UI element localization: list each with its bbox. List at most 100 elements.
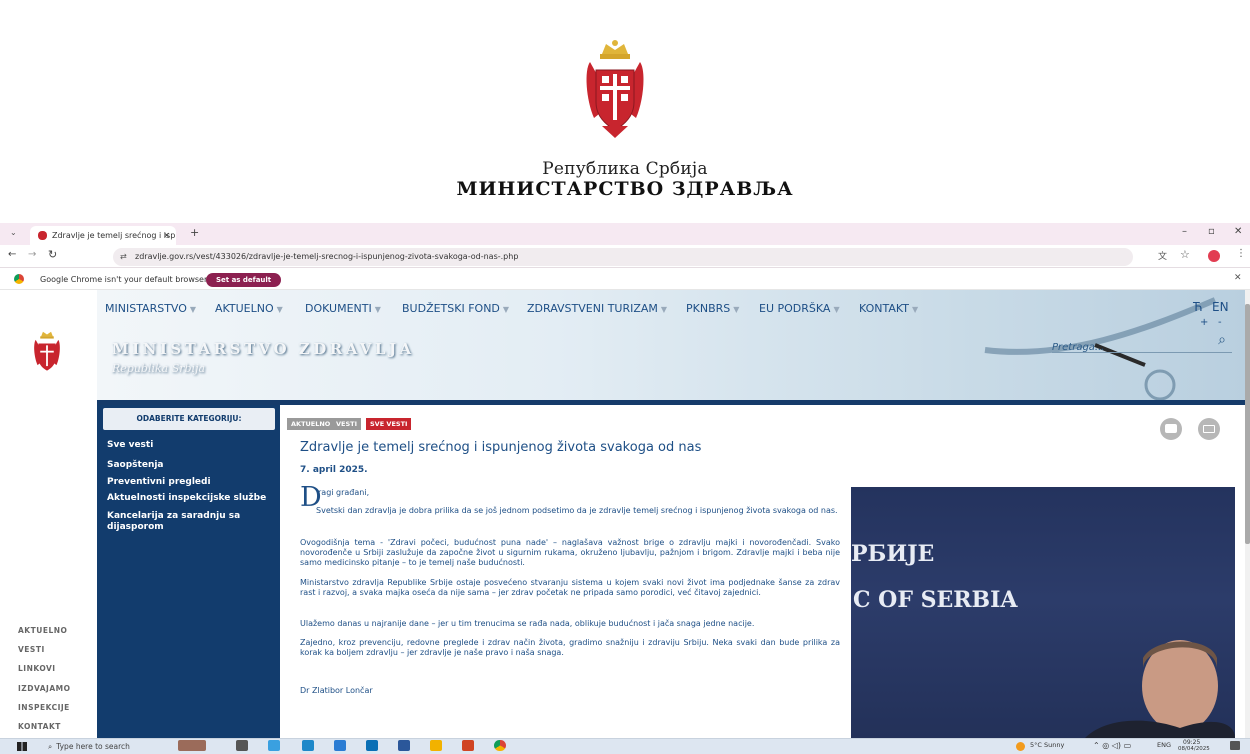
tab-close-icon[interactable]: ✕ — [163, 226, 170, 245]
menu-label: AKTUELNO — [215, 302, 274, 315]
chrome-taskbar-icon[interactable] — [494, 740, 506, 751]
tab-title: Zdravlje je temelj srećnog i isp — [52, 231, 176, 240]
notice-text: Google Chrome isn't your default browser — [40, 275, 208, 284]
search-icon[interactable]: ⌕ — [1218, 332, 1226, 348]
article-signature: Dr Zlatibor Lončar — [300, 686, 373, 695]
forward-icon[interactable]: → — [28, 249, 36, 260]
taskbar-weather[interactable]: 5°C Sunny — [1030, 741, 1064, 749]
search-input[interactable]: Pretraga... ⌕ — [1052, 332, 1232, 353]
taskbar-time[interactable]: 09:25 — [1183, 739, 1200, 746]
article-paragraph-4: Ulažemo danas u najranije dane – jer u t… — [300, 619, 755, 628]
close-window-icon[interactable]: ✕ — [1234, 226, 1242, 237]
powerpoint-icon[interactable] — [462, 740, 474, 751]
set-default-button[interactable]: Set as default — [206, 273, 282, 287]
taskbar-language[interactable]: ENG — [1157, 741, 1171, 749]
search-magnifier-icon: ⌕ — [48, 742, 53, 751]
tab-menu-icon[interactable]: ⌄ — [10, 228, 17, 237]
sidebar-heading: ODABERITE KATEGORIJU: — [103, 408, 275, 430]
system-tray-icons[interactable]: ⌃ ◎ ◁) ▭ — [1093, 741, 1131, 750]
menu-ministarstvo[interactable]: MINISTARSTVO ▼ — [105, 302, 196, 315]
scrollbar-thumb[interactable] — [1245, 304, 1250, 544]
menu-label: DOKUMENTI — [305, 302, 372, 315]
left-nav-kontakt[interactable]: KONTAKT — [18, 722, 61, 731]
menu-label: ZDRAVSTVENI TURIZAM — [527, 302, 658, 315]
store-icon[interactable] — [366, 740, 378, 751]
weather-widget-icon[interactable] — [178, 740, 206, 751]
article-date: 7. april 2025. — [300, 465, 368, 475]
left-nav-aktuelno[interactable]: AKTUELNO — [18, 626, 67, 635]
back-icon[interactable]: ← — [8, 249, 16, 260]
favicon-icon — [38, 231, 47, 240]
minimize-icon[interactable]: – — [1182, 226, 1187, 237]
badge-aktuelno[interactable]: AKTUELNO — [287, 418, 335, 430]
menu-label: PKNBRS — [686, 302, 731, 315]
header-republic: Република Србија — [542, 159, 708, 179]
page-scrollbar[interactable] — [1245, 290, 1250, 738]
print-icon[interactable] — [1160, 418, 1182, 440]
weather-sun-icon — [1016, 742, 1025, 751]
notice-close-icon[interactable]: ✕ — [1234, 273, 1242, 283]
site-coat-icon — [34, 331, 60, 371]
app-icon-1[interactable] — [268, 740, 280, 751]
article-greeting: ragi građani, — [318, 488, 370, 497]
lang-cyrillic-link[interactable]: Ћ — [1193, 300, 1202, 314]
article-paragraph-1: Svetski dan zdravlja je dobra prilika da… — [316, 506, 838, 515]
edge-icon[interactable] — [302, 740, 314, 751]
font-decrease-button[interactable]: - — [1218, 317, 1222, 328]
sidebar-item-kancelarija[interactable]: Kancelarija za saradnju sa dijasporom — [107, 511, 277, 533]
article-paragraph-5: Zajedno, kroz prevenciju, redovne pregle… — [300, 638, 840, 657]
article-title: Zdravlje je temelj srećnog i ispunjenog … — [300, 440, 702, 455]
person-silhouette-icon — [1085, 640, 1235, 738]
menu-pknbrs[interactable]: PKNBRS ▼ — [686, 302, 739, 315]
url-text: zdravlje.gov.rs/vest/433026/zdravlje-je-… — [135, 252, 519, 261]
sidebar-item-saopstenja[interactable]: Saopštenja — [107, 460, 277, 471]
menu-label: MINISTARSTVO — [105, 302, 187, 315]
badge-vesti[interactable]: VESTI — [332, 418, 362, 430]
menu-label: BUDŽETSKI FOND — [402, 302, 500, 315]
menu-budzetski-fond[interactable]: BUDŽETSKI FOND ▼ — [402, 302, 509, 315]
site-title: Ministarstvo zdravlja — [112, 340, 415, 358]
menu-zdravstveni-turizam[interactable]: ZDRAVSTVENI TURIZAM ▼ — [527, 302, 667, 315]
browser-tab[interactable]: Zdravlje je temelj srećnog i isp ✕ — [30, 226, 176, 245]
menu-kontakt[interactable]: KONTAKT ▼ — [859, 302, 918, 315]
file-explorer-icon[interactable] — [430, 740, 442, 751]
bookmark-star-icon[interactable]: ☆ — [1180, 248, 1190, 261]
taskbar-date[interactable]: 08/04/2025 — [1178, 746, 1210, 752]
translate-icon[interactable]: 文 — [1158, 249, 1167, 262]
task-view-icon[interactable] — [236, 740, 248, 751]
category-sidebar — [97, 405, 280, 738]
taskbar-search[interactable]: ⌕ Type here to search — [48, 740, 166, 753]
profile-avatar[interactable] — [1208, 250, 1220, 262]
outlook-icon[interactable] — [334, 740, 346, 751]
menu-aktuelno[interactable]: AKTUELNO ▼ — [215, 302, 283, 315]
search-placeholder: Pretraga... — [1052, 342, 1105, 353]
menu-eu-podrska[interactable]: EU PODRŠKA ▼ — [759, 302, 840, 315]
envelope-glyph-icon — [1203, 425, 1215, 433]
default-browser-notice: Google Chrome isn't your default browser — [0, 269, 1250, 290]
sidebar-item-sve-vesti[interactable]: Sve vesti — [107, 440, 277, 451]
url-field[interactable]: ⇄ zdravlje.gov.rs/vest/433026/zdravlje-j… — [113, 248, 1133, 266]
browser-menu-icon[interactable]: ⋮ — [1236, 248, 1246, 259]
left-nav-linkovi[interactable]: LINKOVI — [18, 664, 56, 673]
article-photo: РБИЈЕ C OF SERBIA — [851, 487, 1235, 738]
word-icon[interactable] — [398, 740, 410, 751]
photo-text-latin: C OF SERBIA — [853, 587, 1018, 613]
left-nav-inspekcije[interactable]: INSPEKCIJE — [18, 703, 70, 712]
email-icon[interactable] — [1198, 418, 1220, 440]
menu-dokumenti[interactable]: DOKUMENTI ▼ — [305, 302, 381, 315]
badge-sve-vesti[interactable]: SVE VESTI — [366, 418, 412, 430]
lang-en-link[interactable]: EN — [1212, 300, 1229, 314]
notifications-icon[interactable] — [1230, 741, 1240, 750]
sidebar-item-aktuelnosti[interactable]: Aktuelnosti inspekcijske službe — [107, 493, 277, 504]
maximize-icon[interactable]: ▫ — [1208, 226, 1215, 237]
font-increase-button[interactable]: + — [1200, 317, 1208, 328]
new-tab-button[interactable]: + — [190, 226, 199, 239]
header-ministry: МИНИСТАРСТВО ЗДРАВЉА — [456, 178, 794, 200]
site-info-icon[interactable]: ⇄ — [120, 248, 127, 266]
article-paragraph-2: Ovogodišnja tema - 'Zdravi počeci, buduć… — [300, 538, 840, 567]
sidebar-item-preventivni-pregledi[interactable]: Preventivni pregledi — [107, 477, 277, 488]
left-nav-vesti[interactable]: VESTI — [18, 645, 45, 654]
start-icon[interactable] — [17, 742, 27, 751]
reload-icon[interactable]: ↻ — [48, 248, 57, 261]
left-nav-izdvajamo[interactable]: IZDVAJAMO — [18, 684, 71, 693]
